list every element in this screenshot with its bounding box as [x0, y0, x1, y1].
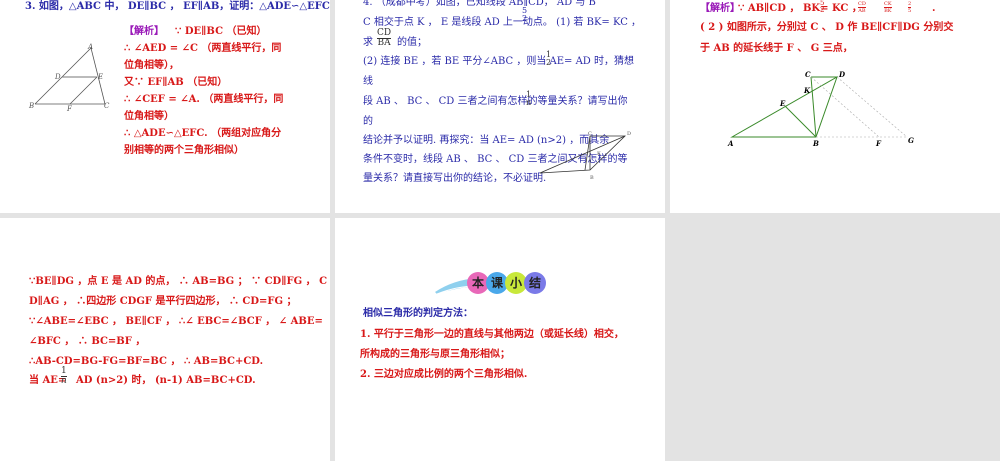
analysis-line: 别相等的两个三角形相似）: [124, 145, 244, 156]
point-label: A: [728, 139, 734, 148]
point-label: D: [839, 70, 846, 79]
banner-char: 结: [524, 272, 546, 294]
analysis-line: ∴ △ADE∽△EFC. （两组对应角分: [124, 128, 282, 139]
analysis-line: 又∵ EF∥AB （已知）: [124, 77, 228, 88]
fraction-1-n: 1n: [61, 366, 67, 386]
problem-line: 求: [363, 37, 373, 48]
slide-thumbnail-1[interactable]: 3. 如图，△ABC 中， DE∥BC ， EF∥AB，证明：△ADE∽△EFC…: [0, 0, 330, 213]
summary-line: 1. 平行于三角形一边的直线与其他两边（或延长线）相交，: [360, 329, 624, 340]
problem-line: 4. （成都中考）如图，已知线段 AB∥CD， AD 与 B: [363, 0, 596, 8]
summary-line: 2. 三边对应成比例的两个三角形相似.: [360, 369, 528, 380]
summary-line: 所构成的三角形与原三角形相似；: [360, 349, 510, 360]
analysis-line: 位角相等）: [124, 111, 174, 122]
problem-line: 段 AB 、 BC 、 CD 三者之间有怎样的等量关系？请写出你: [363, 96, 628, 107]
analysis-line: ∴ ∠AED = ∠C （两直线平行，同: [124, 43, 282, 54]
point-label: E: [98, 73, 104, 81]
point-label: K: [804, 86, 811, 95]
point-label: D: [55, 73, 61, 81]
analysis-line: ∵ DE∥BC （已知）: [175, 26, 267, 37]
slide-thumbnail-5[interactable]: 本课小结 相似三角形的判定方法： 1. 平行于三角形一边的直线与其他两边（或延长…: [335, 218, 665, 461]
solution-line: AD (n>2) 时， (n-1) AB=BC+CD.: [76, 375, 256, 386]
point-label: K: [597, 151, 601, 157]
solution-line: ∵∠ABE=∠EBC ， BE∥CF ， ∴∠ EBC=∠BCF ， ∠ ABE…: [29, 316, 323, 327]
fraction-1-2: 12: [546, 50, 552, 67]
slide-thumbnail-4[interactable]: ∵BE∥DG ，点 E 是 AD 的点， ∴ AB=BG ； ∵ CD∥FG ，…: [0, 218, 330, 461]
point-label: B: [29, 102, 35, 110]
problem-line: 的: [363, 116, 373, 127]
problem-line: 线: [363, 76, 373, 87]
fraction-1-n: 1n: [526, 90, 532, 107]
problem-title: 3. 如图，△ABC 中， DE∥BC ， EF∥AB，证明：△ADE∽△EFC: [25, 1, 330, 12]
point-label: C: [104, 102, 110, 110]
analysis-label: 【解析】: [124, 26, 164, 37]
solution-line: D∥AG ， ∴四边形 CDGF 是平行四边形， ∴ CD=FG ；: [29, 296, 297, 307]
problem-line: 量关系？请直接写出你的结论，不必证明.: [363, 173, 547, 184]
problem-line: C 相交于点 K ， E 是线段 AD 上一动点。 (1) 若 BK= KC ，: [363, 17, 642, 28]
point-label: F: [876, 139, 881, 148]
point-label: C: [805, 70, 811, 79]
solution-figure: [730, 75, 908, 138]
point-label: G: [908, 136, 914, 145]
fraction-cd-ba: CD BA: [377, 28, 392, 48]
analysis-line: ∴ ∠CEF = ∠A. （两直线平行，同: [124, 94, 284, 105]
point-label: C: [588, 131, 592, 137]
point-label: B: [590, 175, 594, 181]
point-label: F: [67, 105, 72, 113]
lesson-summary-banner: 本课小结: [467, 272, 546, 294]
analysis-line: 位角相等），: [124, 60, 179, 71]
slide-thumbnail-3[interactable]: 【解析】 ∵ AB∥CD ， BK= 52 KC ， CD AB CK BK 25 …: [670, 0, 1000, 213]
fraction-5-2: 52: [522, 6, 528, 23]
point-label: A: [88, 43, 94, 51]
point-label: D: [627, 131, 632, 137]
problem-line: 的值；: [397, 37, 427, 48]
solution-line: ∠BFC ， ∴ BC=BF ，: [29, 336, 146, 347]
problem-figure: [539, 135, 626, 174]
point-label: E: [780, 99, 786, 108]
problem-line: (2) 连接 BE ，若 BE 平分∠ABC ，则当 AE= AD 时，猜想: [363, 56, 634, 67]
point-label: B: [813, 139, 819, 148]
summary-heading: 相似三角形的判定方法：: [363, 308, 473, 319]
slide-thumbnail-2[interactable]: 4. （成都中考）如图，已知线段 AB∥CD， AD 与 B C 相交于点 K …: [335, 0, 665, 213]
solution-line: ∵BE∥DG ，点 E 是 AD 的点， ∴ AB=BG ； ∵ CD∥FG ，…: [29, 276, 328, 287]
